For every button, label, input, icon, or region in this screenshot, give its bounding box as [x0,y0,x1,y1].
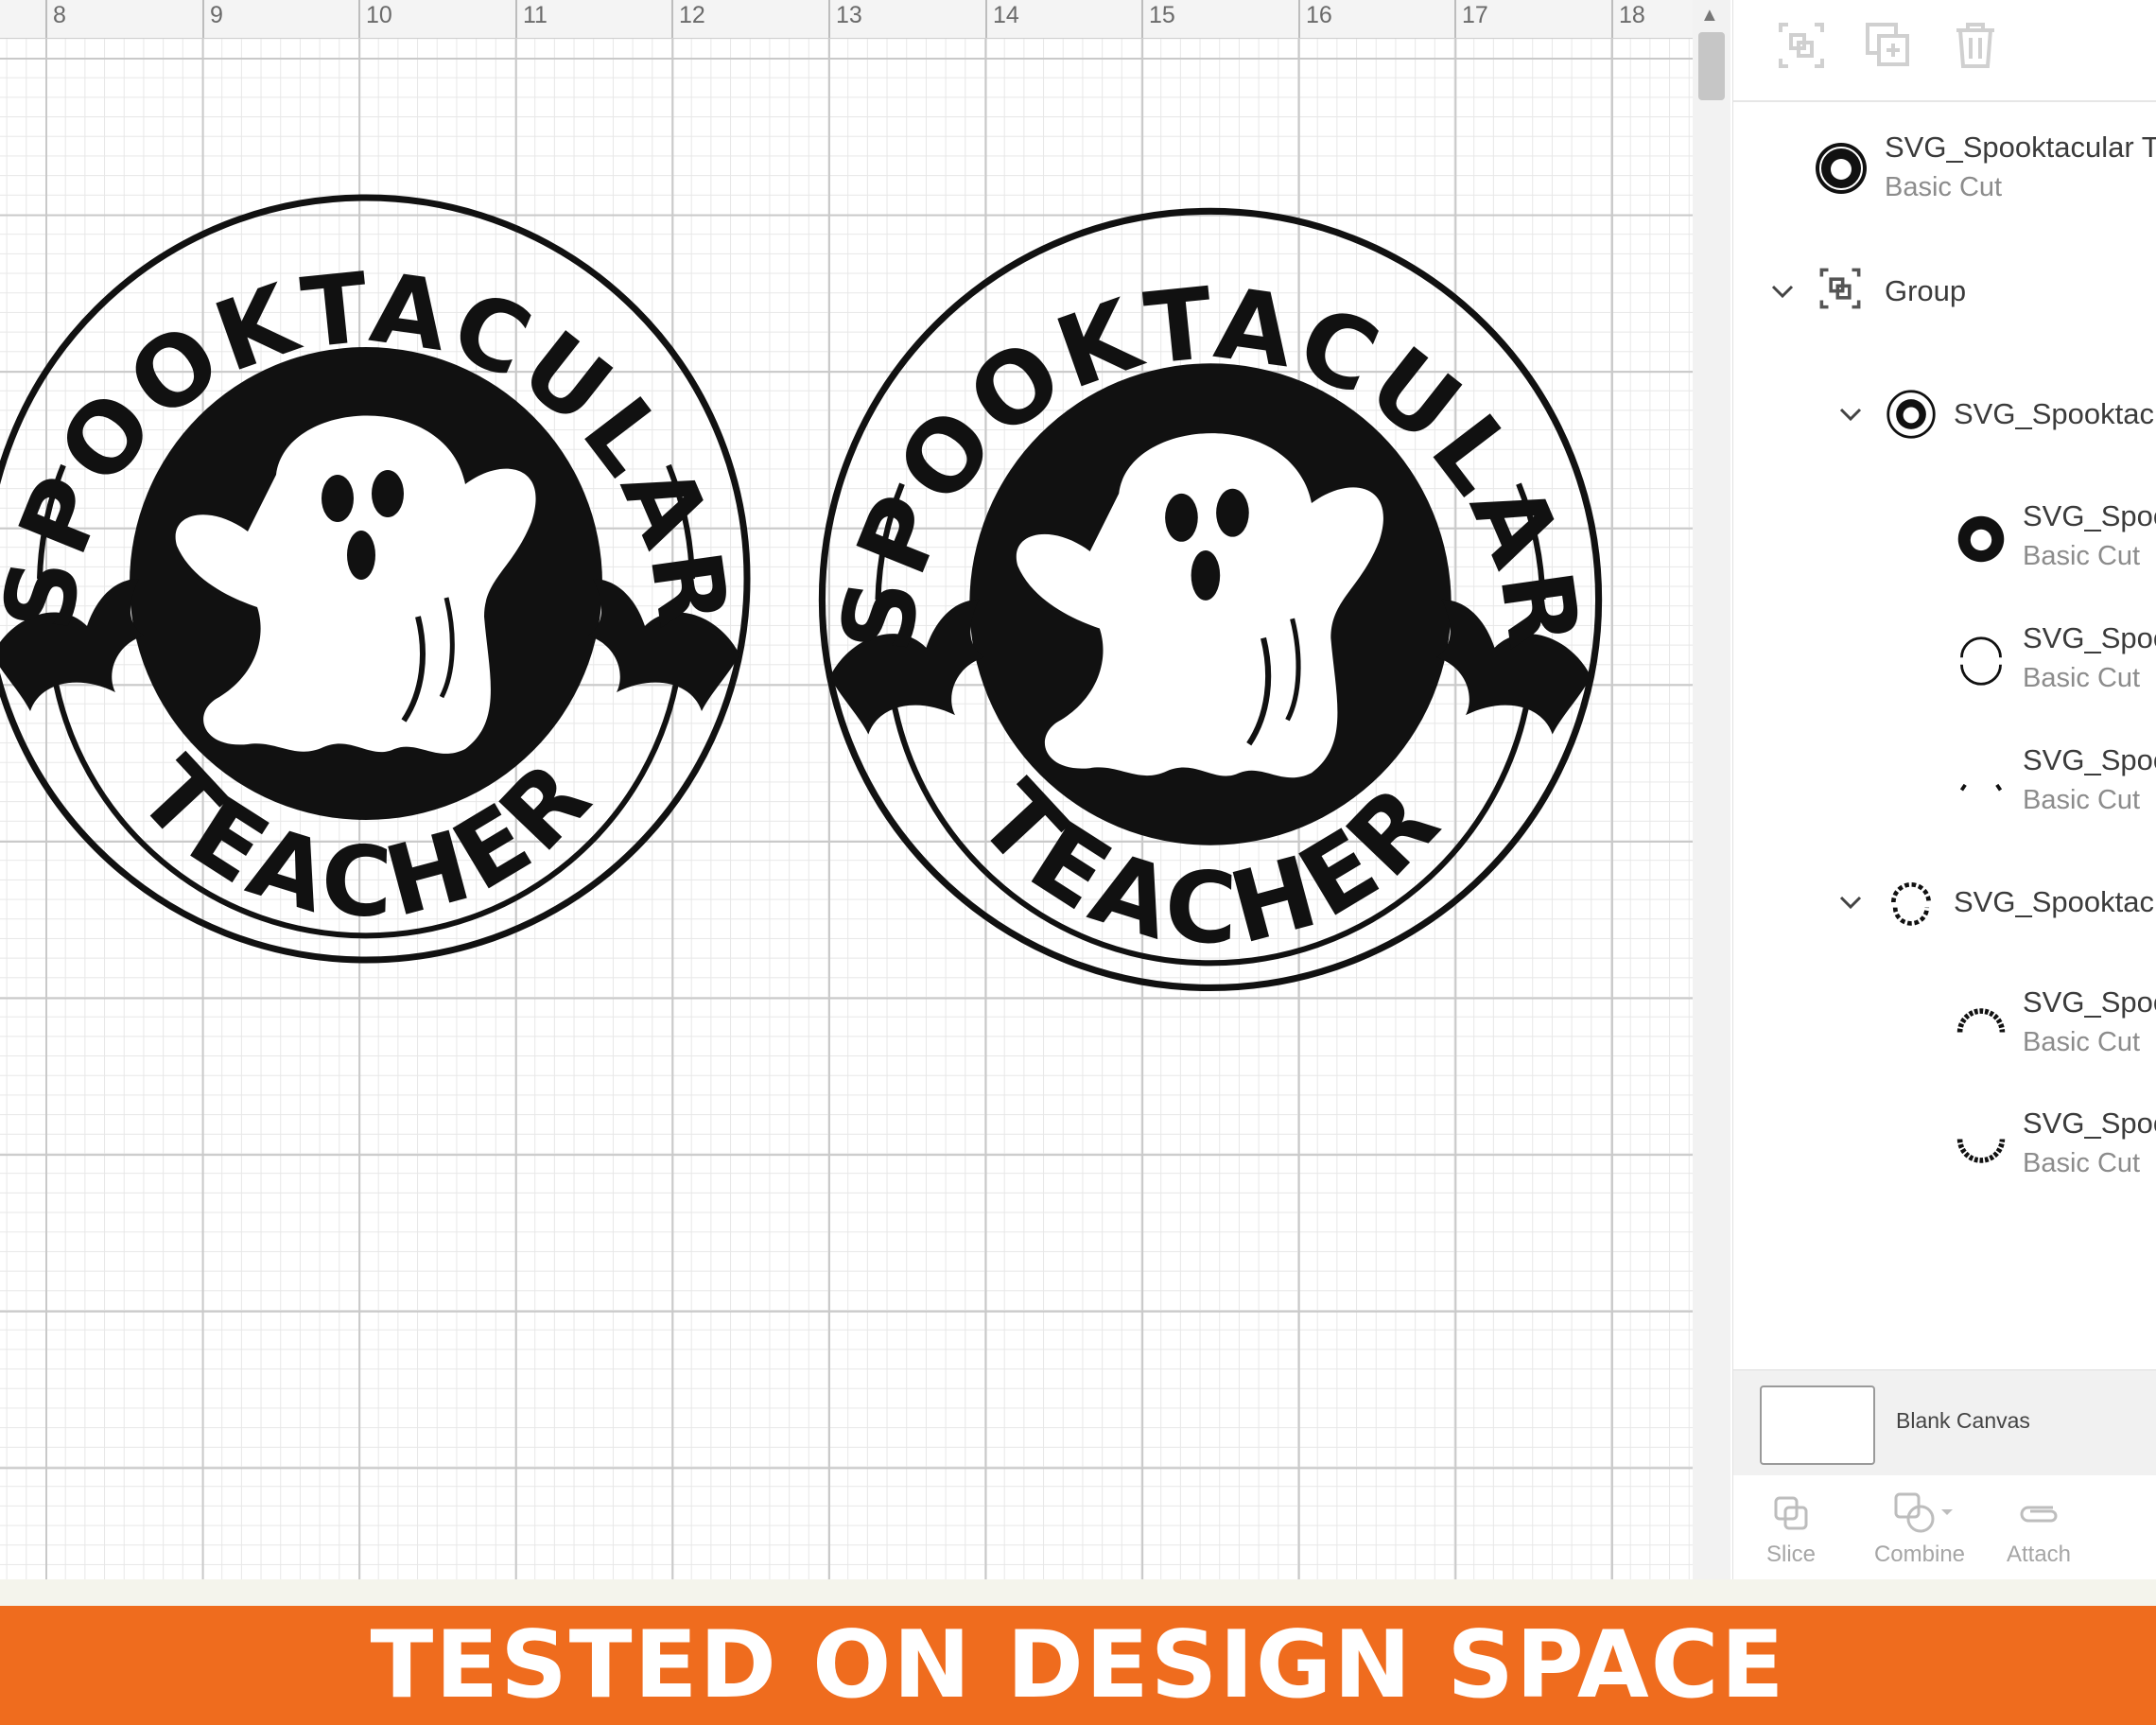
spooktacular-badge-2[interactable]: SPOOKTACULAR TEACHER [806,195,1615,1014]
combine-button[interactable]: Combine [1868,1487,1972,1572]
layer-operation: Basic Cut [2023,663,2141,693]
ruler-number: 17 [1462,2,1488,28]
layer-group[interactable]: Group [1733,257,2156,333]
design-canvas[interactable]: 8 9 10 11 12 13 14 15 16 17 18 SPOOKTACU [0,0,1693,1579]
ruler-number: 18 [1619,2,1645,28]
ruler-number: 15 [1149,2,1175,28]
layer-name: SVG_Spooktac [1954,397,2154,430]
layer-item[interactable]: SVG_Spoo Basic Cut [1733,985,2156,1061]
attach-label: Attach [2006,1542,2072,1567]
layer-name: SVG_Spoo [2023,1106,2156,1140]
ruler-major-tick [671,0,673,38]
ruler-number: 9 [210,2,223,28]
layer-item[interactable]: SVG_Spoo Basic Cut [1733,1106,2156,1182]
ghost-eye [322,475,354,522]
layer-name: Group [1885,274,1967,307]
slice-icon [1774,1496,1808,1530]
layer-operation: Basic Cut [2023,1027,2141,1057]
ruler-number: 8 [53,2,66,28]
canvas-color-swatch[interactable] [1760,1385,1875,1465]
ruler-major-tick [1298,0,1300,38]
layer-thumbnail [1960,636,2002,686]
layer-name: SVG_Spooktac [1954,885,2154,918]
ruler-number: 12 [679,2,705,28]
ruler-major-tick [1454,0,1456,38]
scroll-up-arrow-icon[interactable]: ▲ [1700,6,1719,25]
ruler-major-tick [828,0,830,38]
layer-name: SVG_Spoo [2023,743,2156,776]
ruler-number: 16 [1306,2,1332,28]
canvas-setting-label: Blank Canvas [1896,1408,2030,1433]
layer-thumbnail [1959,783,2003,792]
layer-operation: Basic Cut [2023,785,2141,815]
ruler-major-tick [1611,0,1613,38]
layer-name: SVG_Spooktacular T [1885,131,2156,164]
bottom-toolbar: Slice Combine Attach [1733,1475,2156,1579]
layer-subgroup[interactable]: SVG_Spooktac [1733,376,2156,452]
layer-item[interactable]: SVG_Spooktacular T Basic Cut [1733,131,2156,206]
layer-thumbnail [1957,515,2005,563]
ruler-major-tick [515,0,517,38]
ruler-major-tick [45,0,47,38]
ruler-major-tick [985,0,987,38]
layer-operation: Basic Cut [2023,541,2141,571]
horizontal-ruler: 8 9 10 11 12 13 14 15 16 17 18 [0,0,1693,39]
ghost-eye [1216,488,1249,537]
ghost-eye [1165,493,1198,542]
ghost-mouth [347,531,375,580]
layers-toolbar [1733,0,2156,102]
chevron-down-icon[interactable] [1765,274,1800,308]
layer-thumbnail [1816,143,1867,194]
slice-button[interactable]: Slice [1739,1487,1843,1572]
ghost-eye [372,470,404,517]
layers-panel: SVG_Spooktacular T Basic Cut Group SVG_S… [1732,0,2156,1579]
chevron-down-icon[interactable] [1834,885,1868,919]
ruler-number: 14 [993,2,1019,28]
layer-thumbnail [1956,1008,2006,1033]
layer-thumbnail [1891,882,1931,926]
banner-bar: TESTED ON DESIGN SPACE [0,1606,2156,1725]
canvas-scrollbar[interactable]: ▲ [1693,0,1730,1579]
duplicate-icon[interactable] [1862,19,1915,72]
scroll-thumb[interactable] [1698,32,1725,100]
layer-thumbnail [1886,390,1936,439]
delete-icon[interactable] [1949,19,2002,72]
layer-operation: Basic Cut [2023,1148,2141,1178]
layer-operation: Basic Cut [1885,172,2003,202]
ruler-number: 11 [523,2,548,28]
slice-label: Slice [1765,1542,1817,1567]
banner-text: TESTED ON DESIGN SPACE [370,1612,1786,1719]
layer-thumbnail [1956,1139,2006,1163]
chevron-down-icon[interactable] [1834,397,1868,431]
layer-name: SVG_Spoo [2023,499,2156,532]
ruler-major-tick [202,0,204,38]
group-icon [1819,268,1861,309]
ruler-major-tick [1141,0,1143,38]
layer-name: SVG_Spoo [2023,621,2156,654]
spooktacular-badge-1[interactable]: SPOOKTACULAR TEACHER [0,182,758,985]
ruler-major-tick [358,0,360,38]
attach-button[interactable]: Attach [1987,1487,2091,1572]
combine-label: Combine [1873,1542,1966,1567]
layer-name: SVG_Spoo [2023,985,2156,1019]
ruler-number: 13 [836,2,862,28]
layer-subgroup[interactable]: SVG_Spooktac [1733,864,2156,940]
group-icon[interactable] [1775,19,1828,72]
promo-banner: TESTED ON DESIGN SPACE [0,1579,2156,1725]
canvas-setting-row[interactable]: Blank Canvas [1733,1369,2156,1476]
combine-icon [1894,1492,1953,1533]
layer-item[interactable]: SVG_Spoo Basic Cut [1733,499,2156,575]
layer-item[interactable]: SVG_Spoo Basic Cut [1733,621,2156,697]
paperclip-icon [2020,1506,2058,1523]
layer-item[interactable]: SVG_Spoo Basic Cut [1733,743,2156,819]
ruler-number: 10 [366,2,392,28]
ghost-mouth [1191,549,1221,601]
